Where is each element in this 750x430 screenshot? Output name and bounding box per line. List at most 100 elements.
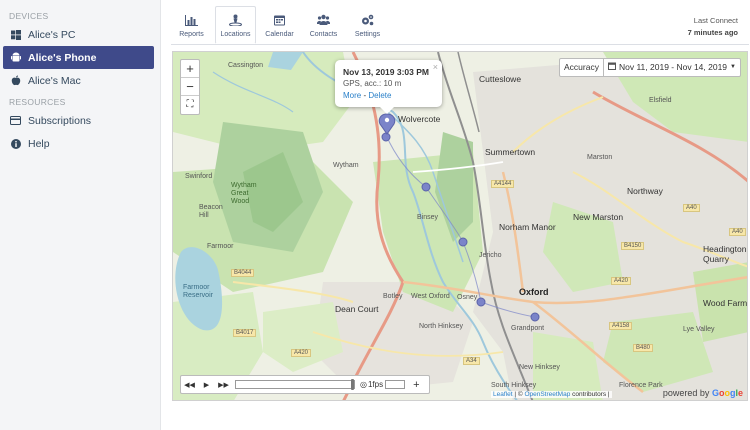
apple-icon xyxy=(10,75,21,86)
android-icon xyxy=(10,52,21,63)
popup-more-link[interactable]: More xyxy=(343,91,361,100)
fullscreen-icon[interactable]: ⛶ xyxy=(181,96,199,114)
place-label: Botley xyxy=(383,293,403,300)
place-label: Beacon Hill xyxy=(199,204,223,219)
place-label: Cassington xyxy=(228,62,264,69)
bar-chart-icon xyxy=(185,15,198,26)
fps-control[interactable]: ◎ 1fps xyxy=(360,380,406,389)
tab-settings[interactable]: Settings xyxy=(347,6,388,44)
tab-label: Reports xyxy=(179,31,204,38)
place-label: West Oxford xyxy=(411,293,450,300)
popup-timestamp: Nov 13, 2019 3:03 PM xyxy=(343,67,429,77)
place-label: Wytham Great Wood xyxy=(231,182,257,205)
popup-actions: More - Delete xyxy=(343,90,434,102)
tab-contacts[interactable]: Contacts xyxy=(303,6,344,44)
google-logo: Google xyxy=(711,388,743,398)
tab-calendar[interactable]: Calendar xyxy=(259,6,300,44)
fps-slider[interactable] xyxy=(385,380,406,389)
map-attribution: Leaflet | © OpenStreetMap contributors | xyxy=(491,391,612,398)
sidebar-item-subscriptions[interactable]: Subscriptions xyxy=(3,109,154,132)
slider-handle[interactable] xyxy=(351,379,354,390)
last-connect: Last Connect 7 minutes ago xyxy=(688,15,738,39)
date-range-select[interactable]: Nov 11, 2019 - Nov 14, 2019 ▼ xyxy=(603,58,741,77)
device-label: Alice's Phone xyxy=(28,51,97,64)
popup-close-button[interactable]: × xyxy=(433,61,438,73)
calendar-icon xyxy=(607,59,616,76)
road-badge: A4144 xyxy=(491,180,515,188)
place-label: Florence Park xyxy=(619,382,663,389)
caret-down-icon: ▼ xyxy=(730,64,736,70)
location-map[interactable]: Cassington Cutteslowe Elsfield Wolvercot… xyxy=(172,51,748,401)
place-label: Summertown xyxy=(485,147,536,157)
zoom-out-button[interactable]: − xyxy=(181,78,199,96)
sidebar-item-label: Help xyxy=(28,137,50,150)
devices-section-label: DEVICES xyxy=(9,11,49,21)
device-toolbar: Reports Locations Calendar Contacts Sett… xyxy=(171,6,391,44)
place-label: Cutteslowe xyxy=(479,74,522,84)
device-item-alices-pc[interactable]: Alice's PC xyxy=(3,23,154,46)
leaflet-link[interactable]: Leaflet xyxy=(493,391,513,398)
playback-slider[interactable] xyxy=(235,379,355,390)
tab-reports[interactable]: Reports xyxy=(171,6,212,44)
powered-by-label: powered by xyxy=(662,388,710,398)
location-popup: × Nov 13, 2019 3:03 PM GPS, acc.: 10 m M… xyxy=(335,60,442,114)
playback-control: ◀◀ ▶ ▶▶ ◎ 1fps + xyxy=(180,375,430,394)
place-label: Wood Farm xyxy=(703,298,748,308)
popup-accuracy: GPS, acc.: 10 m xyxy=(343,79,402,88)
road-badge: B4150 xyxy=(621,242,645,250)
attribution-separator: | © xyxy=(512,391,525,398)
place-label: Norham Manor xyxy=(499,222,556,232)
sidebar-item-help[interactable]: Help xyxy=(3,132,154,155)
place-label: South Hinksey xyxy=(491,382,537,389)
place-label: Wytham xyxy=(333,162,359,169)
road-badge: A40 xyxy=(729,228,746,236)
powered-by-google: powered by Google xyxy=(663,388,743,398)
zoom-in-button[interactable]: + xyxy=(181,60,199,78)
place-label: Elsfield xyxy=(649,97,672,104)
road-badge: B4044 xyxy=(231,269,255,277)
date-range-value: Nov 11, 2019 - Nov 14, 2019 xyxy=(618,62,728,72)
fast-forward-button[interactable]: ▶▶ xyxy=(215,381,232,389)
tab-label: Locations xyxy=(220,31,251,38)
accuracy-date-control: Accuracy Nov 11, 2019 - Nov 14, 2019 ▼ xyxy=(559,58,741,77)
place-label: Grandpont xyxy=(511,325,545,332)
popup-delete-link[interactable]: Delete xyxy=(368,91,391,100)
place-label: Headington Quarry xyxy=(703,244,747,264)
play-button[interactable]: ▶ xyxy=(198,381,215,389)
place-label: New Hinksey xyxy=(519,364,560,371)
zoom-control: + − ⛶ xyxy=(180,59,200,115)
road-badge: A40 xyxy=(683,204,700,212)
device-item-alices-phone[interactable]: Alice's Phone xyxy=(3,46,154,69)
place-label: Farmoor xyxy=(207,243,234,250)
windows-icon xyxy=(10,29,21,40)
tab-label: Settings xyxy=(354,31,381,38)
tab-locations[interactable]: Locations xyxy=(215,6,256,44)
osm-link[interactable]: OpenStreetMap xyxy=(524,391,570,398)
place-label: Northway xyxy=(627,186,663,196)
last-connect-value: 7 minutes ago xyxy=(687,28,738,37)
card-icon xyxy=(10,115,21,126)
sidebar-item-label: Subscriptions xyxy=(28,114,92,127)
road-badge: A4158 xyxy=(609,322,633,330)
road-badge: A420 xyxy=(291,349,312,357)
place-label: Oxford xyxy=(519,287,549,297)
popup-tail xyxy=(380,107,394,114)
fps-value: 1fps xyxy=(367,380,384,389)
location-pin-icon xyxy=(229,14,242,26)
sidebar: DEVICES Alice's PC Alice's Phone Alice's… xyxy=(0,0,161,430)
add-button[interactable]: + xyxy=(413,379,419,391)
resources-section-label: RESOURCES xyxy=(9,97,66,107)
speed-dial-icon: ◎ xyxy=(360,380,367,389)
device-item-alices-mac[interactable]: Alice's Mac xyxy=(3,69,154,92)
calendar-icon xyxy=(274,15,285,26)
place-label: Dean Court xyxy=(335,304,379,314)
rewind-button[interactable]: ◀◀ xyxy=(181,381,198,389)
place-label: New Marston xyxy=(573,212,624,222)
place-label: Farmoor Reservoir xyxy=(183,284,213,299)
road-badge: B480 xyxy=(633,344,654,352)
place-label: Marston xyxy=(587,154,613,161)
place-label: North Hinksey xyxy=(419,323,463,330)
accuracy-button[interactable]: Accuracy xyxy=(559,58,604,77)
tab-label: Contacts xyxy=(309,31,338,38)
contacts-icon xyxy=(317,14,330,25)
